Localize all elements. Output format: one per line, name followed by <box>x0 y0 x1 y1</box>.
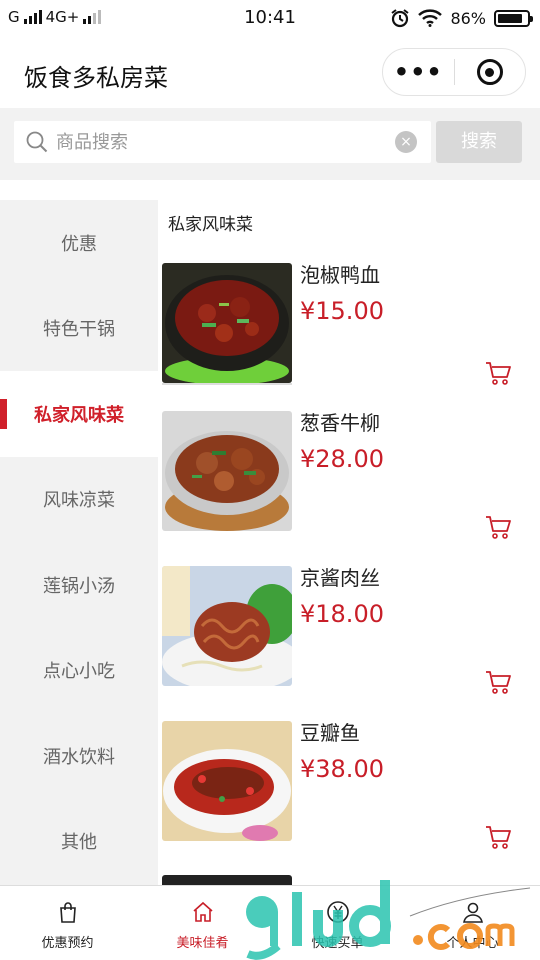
user-icon <box>462 902 483 923</box>
dish-price: ¥15.00 <box>300 297 384 325</box>
tab-label: 美味佳肴 <box>176 936 229 951</box>
search-button[interactable]: 搜索 <box>436 121 522 163</box>
dish-price: ¥28.00 <box>300 445 384 473</box>
sidebar-item-discount[interactable]: 优惠 <box>0 200 158 286</box>
shopping-bag-icon <box>59 902 76 923</box>
nav-bar: 饭食多私房菜 ••• <box>0 38 540 108</box>
sidebar-item-snacks[interactable]: 点心小吃 <box>0 628 158 714</box>
add-to-cart-icon[interactable] <box>484 513 512 541</box>
dish-name: 豆瓣鱼 <box>300 721 360 745</box>
tab-profile[interactable]: 个人中心 <box>405 886 540 960</box>
dish-image <box>162 566 292 686</box>
yen-coin-icon <box>326 901 349 923</box>
dish-price: ¥38.00 <box>300 755 384 783</box>
battery-icon <box>494 9 533 27</box>
target-icon <box>476 59 503 85</box>
battery-percent: 86% <box>450 8 486 28</box>
status-right: 86% <box>390 8 533 28</box>
list-item[interactable]: 京酱肉丝 ¥18.00 <box>158 566 540 721</box>
more-button[interactable]: ••• <box>383 58 454 86</box>
sidebar-item-other[interactable]: 其他 <box>0 799 158 885</box>
sidebar-item-drinks[interactable]: 酒水饮料 <box>0 713 158 799</box>
clear-icon[interactable]: × <box>395 131 417 153</box>
mini-program-capsule: ••• <box>382 48 526 96</box>
wifi-icon <box>418 9 443 27</box>
alarm-icon <box>391 9 410 28</box>
sidebar-item-private-dishes[interactable]: 私家风味菜 <box>0 371 158 457</box>
category-sidebar: 优惠 特色干锅 私家风味菜 风味凉菜 莲锅小汤 点心小吃 酒水饮料 其他 <box>0 200 158 885</box>
close-button[interactable] <box>455 59 526 85</box>
add-to-cart-icon[interactable] <box>484 823 512 851</box>
dish-image <box>162 875 292 885</box>
home-icon <box>192 901 213 922</box>
tab-label: 快速买单 <box>311 936 364 951</box>
dish-image <box>162 263 292 383</box>
dish-name: 京酱肉丝 <box>300 566 380 590</box>
dish-name: 泡椒鸭血 <box>300 263 380 287</box>
list-item[interactable]: 豆瓣鱼 ¥38.00 <box>158 721 540 876</box>
dish-image <box>162 721 292 841</box>
tab-discount-booking[interactable]: 优惠预约 <box>0 886 135 960</box>
dish-name: 葱香牛柳 <box>300 411 380 435</box>
search-box: × <box>14 121 431 163</box>
dish-price: ¥18.00 <box>300 600 384 628</box>
page-title: 饭食多私房菜 <box>24 64 168 92</box>
list-item[interactable]: 泡椒鸭血 ¥15.00 <box>158 263 540 418</box>
tab-label: 个人中心 <box>446 936 499 951</box>
tab-quick-pay[interactable]: 快速买单 <box>270 886 405 960</box>
ellipsis-icon: ••• <box>393 58 443 86</box>
sidebar-item-cold-dishes[interactable]: 风味凉菜 <box>0 457 158 543</box>
section-title: 私家风味菜 <box>168 215 253 235</box>
product-list: 私家风味菜 泡椒鸭血 ¥15.00 葱香牛柳 ¥28.00 京酱肉丝 ¥18.0… <box>158 200 540 885</box>
search-icon <box>26 131 48 153</box>
tab-label: 优惠预约 <box>41 936 94 951</box>
list-item[interactable]: 葱香牛柳 ¥28.00 <box>158 411 540 566</box>
search-input[interactable] <box>56 121 396 163</box>
sidebar-item-soups[interactable]: 莲锅小汤 <box>0 542 158 628</box>
tab-delicacies[interactable]: 美味佳肴 <box>135 886 270 960</box>
status-bar: G 4G+ 10:41 86% <box>0 0 540 38</box>
image-divider <box>162 383 292 385</box>
sidebar-item-dry-pot[interactable]: 特色干锅 <box>0 286 158 372</box>
dish-image <box>162 411 292 531</box>
add-to-cart-icon[interactable] <box>484 359 512 387</box>
add-to-cart-icon[interactable] <box>484 668 512 696</box>
tab-bar: 优惠预约 美味佳肴 快速买单 个人中心 <box>0 885 540 960</box>
search-bar: × 搜索 <box>0 108 540 180</box>
